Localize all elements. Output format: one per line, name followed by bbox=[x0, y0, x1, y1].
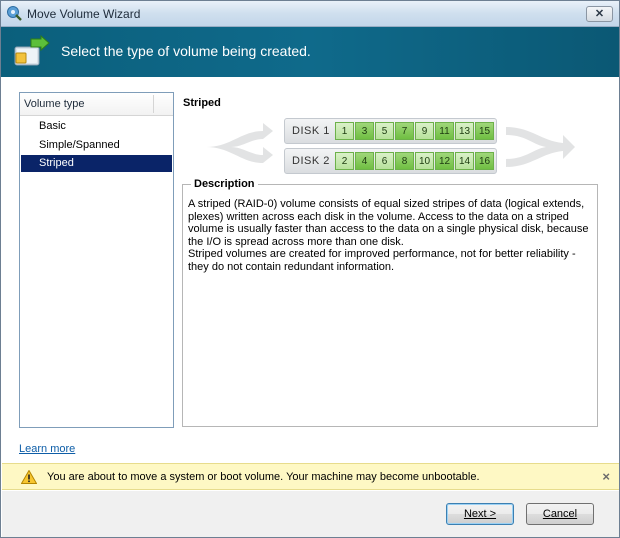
stripe-block: 1 bbox=[335, 122, 354, 140]
list-item-basic[interactable]: Basic bbox=[21, 118, 172, 135]
warning-close-icon[interactable]: × bbox=[602, 469, 610, 484]
window-title: Move Volume Wizard bbox=[27, 7, 141, 21]
description-group: Description A striped (RAID-0) volume co… bbox=[182, 178, 598, 427]
stripe-block: 15 bbox=[475, 122, 494, 140]
stripe-block: 7 bbox=[395, 122, 414, 140]
next-button-label: Next > bbox=[463, 508, 497, 520]
list-item-striped[interactable]: Striped bbox=[21, 155, 172, 172]
volume-type-list[interactable]: Volume type Basic Simple/Spanned Striped bbox=[19, 92, 174, 428]
stripe-block: 9 bbox=[415, 122, 434, 140]
title-bar: Move Volume Wizard ✕ bbox=[1, 1, 619, 27]
column-header-label: Volume type bbox=[24, 98, 85, 110]
wizard-window: Move Volume Wizard ✕ Select the type of … bbox=[0, 0, 620, 538]
stripe-block: 14 bbox=[455, 152, 474, 170]
wizard-disk-icon bbox=[7, 6, 22, 21]
next-button[interactable]: Next > bbox=[446, 503, 514, 525]
cancel-button-label: Cancel bbox=[542, 508, 578, 520]
disk-2: DISK 2 2 4 6 8 10 12 14 16 bbox=[284, 148, 497, 174]
window-close-button[interactable]: ✕ bbox=[586, 6, 613, 22]
disk-1: DISK 1 1 3 5 7 9 11 13 15 bbox=[284, 118, 497, 144]
stripe-block: 16 bbox=[475, 152, 494, 170]
stripe-block: 8 bbox=[395, 152, 414, 170]
list-item-label: Simple/Spanned bbox=[39, 139, 120, 151]
learn-more-link[interactable]: Learn more bbox=[19, 443, 75, 455]
stripe-block: 12 bbox=[435, 152, 454, 170]
move-volume-icon bbox=[14, 35, 50, 66]
column-separator bbox=[153, 95, 154, 113]
warning-text: You are about to move a system or boot v… bbox=[47, 471, 480, 483]
description-paragraph: Striped volumes are created for improved… bbox=[188, 248, 576, 273]
volume-type-column-header[interactable]: Volume type bbox=[20, 93, 173, 116]
list-item-label: Basic bbox=[39, 120, 66, 132]
disk-label: DISK 2 bbox=[292, 155, 330, 167]
description-legend: Description bbox=[191, 178, 258, 190]
volume-type-title: Striped bbox=[183, 97, 221, 109]
striped-diagram: DISK 1 1 3 5 7 9 11 13 15 DISK 2 2 4 6 8… bbox=[201, 113, 581, 178]
page-title: Select the type of volume being created. bbox=[61, 43, 311, 59]
stripe-block: 5 bbox=[375, 122, 394, 140]
warning-bar: You are about to move a system or boot v… bbox=[2, 463, 619, 490]
stripe-block: 4 bbox=[355, 152, 374, 170]
list-item-simple-spanned[interactable]: Simple/Spanned bbox=[21, 137, 172, 154]
header-banner: Select the type of volume being created. bbox=[1, 27, 619, 77]
stripe-block: 11 bbox=[435, 122, 454, 140]
stripe-block: 13 bbox=[455, 122, 474, 140]
stripe-block: 6 bbox=[375, 152, 394, 170]
description-text: A striped (RAID-0) volume consists of eq… bbox=[188, 198, 592, 274]
description-paragraph: A striped (RAID-0) volume consists of eq… bbox=[188, 198, 589, 248]
disk-label: DISK 1 bbox=[292, 125, 330, 137]
cancel-button[interactable]: Cancel bbox=[526, 503, 594, 525]
stripe-block: 2 bbox=[335, 152, 354, 170]
button-bar: Next > Cancel bbox=[2, 491, 619, 537]
stripe-block: 10 bbox=[415, 152, 434, 170]
stripe-block: 3 bbox=[355, 122, 374, 140]
close-icon: ✕ bbox=[594, 7, 605, 20]
warning-icon bbox=[21, 470, 37, 484]
list-item-label: Striped bbox=[39, 157, 74, 169]
